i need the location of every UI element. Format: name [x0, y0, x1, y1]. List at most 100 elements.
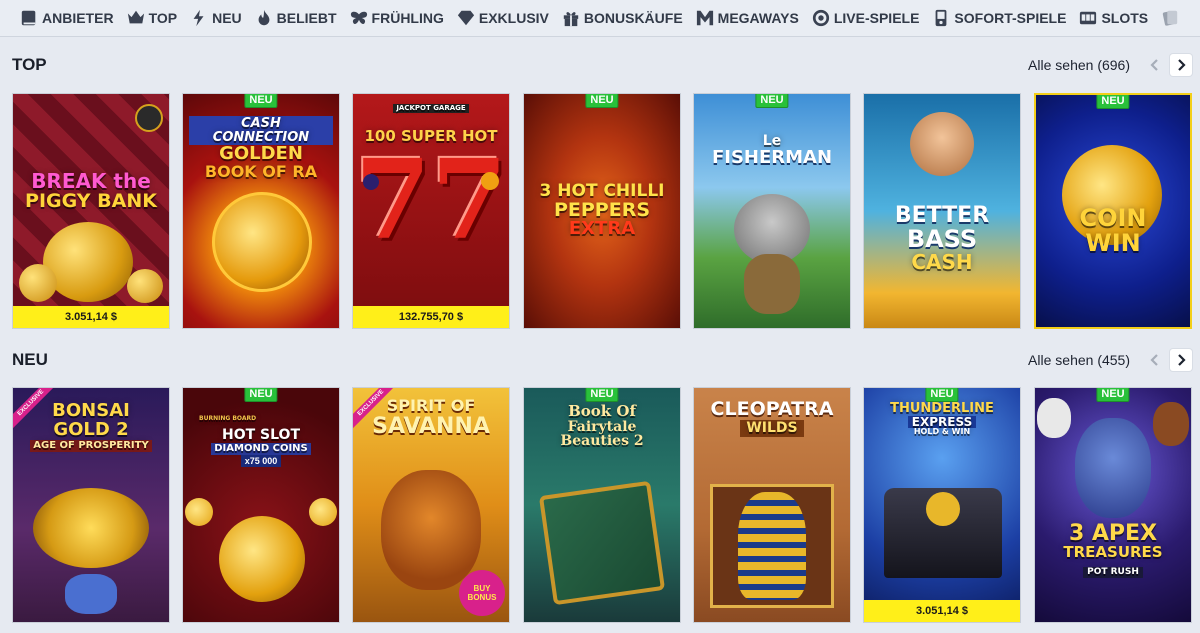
game-multiplier: x75 000: [240, 455, 282, 468]
lightning-icon: [193, 9, 204, 27]
game-title: TREASURES: [1063, 542, 1163, 561]
prev-arrow-button[interactable]: [1144, 349, 1166, 371]
nav-anbieter[interactable]: ANBIETER: [20, 9, 114, 27]
game-title: EXTRA: [568, 218, 636, 240]
games-row-top: BREAK the PIGGY BANK 3.051,14 $ NEU CASH…: [12, 93, 1192, 329]
game-card[interactable]: NEU CASH CONNECTION GOLDEN BOOK OF RA: [182, 93, 340, 329]
jackpot-amount: 3.051,14 $: [864, 600, 1020, 622]
chevron-right-icon: [1178, 59, 1186, 71]
game-title: GOLD 2: [53, 418, 129, 440]
game-title: HOT SLOT: [222, 427, 300, 444]
game-title: CASH: [911, 250, 973, 275]
nav-top[interactable]: TOP: [127, 9, 178, 27]
nav-live-spiele[interactable]: LIVE-SPIELE: [812, 9, 920, 27]
new-badge: NEU: [585, 94, 619, 108]
game-title: BOOK OF RA: [204, 162, 318, 182]
chevron-left-icon: [1150, 59, 1158, 71]
game-subtitle: AGE OF PROSPERITY: [30, 439, 152, 453]
gift-icon: [563, 12, 579, 27]
game-title: Beauties 2: [560, 433, 644, 450]
game-title: Book Of: [568, 402, 636, 420]
new-badge: NEU: [755, 94, 789, 108]
game-title: PIGGY BANK: [25, 189, 157, 212]
game-card[interactable]: NEU Le FISHERMAN: [693, 93, 851, 329]
section-header-top: TOP Alle sehen (696): [12, 52, 1192, 78]
nav-bonuskaeufe[interactable]: BONUSKÄUFE: [562, 9, 683, 27]
game-provider: JACKPOT GARAGE: [393, 104, 469, 114]
game-card[interactable]: NEU THUNDERLINE EXPRESS HOLD & WIN 3.051…: [863, 387, 1021, 623]
see-all-link[interactable]: Alle sehen (696): [1028, 57, 1130, 73]
crown-icon: [127, 10, 144, 24]
scratch-card-icon: [936, 9, 947, 27]
game-subtitle: HOLD & WIN: [913, 427, 971, 437]
section-title: TOP: [12, 55, 47, 74]
nav-fruehling[interactable]: FRÜHLING: [350, 9, 444, 27]
nav-label: SOFORT-SPIELE: [954, 10, 1067, 26]
chevron-left-icon: [1150, 354, 1158, 366]
game-card[interactable]: BREAK the PIGGY BANK 3.051,14 $: [12, 93, 170, 329]
game-card[interactable]: NEU 3 APEX TREASURES POT RUSH: [1034, 387, 1192, 623]
slot-machine-icon: [1080, 11, 1097, 25]
nav-exklusiv[interactable]: EXKLUSIV: [457, 9, 549, 27]
game-provider: BURNING BOARD: [199, 415, 257, 422]
next-arrow-button[interactable]: [1170, 349, 1192, 371]
game-title: COIN: [1079, 203, 1147, 232]
flame-icon: [258, 9, 270, 26]
nav-label: NEU: [212, 10, 242, 26]
new-badge: NEU: [244, 388, 278, 402]
seven-symbol: 77: [354, 135, 508, 265]
next-arrow-button[interactable]: [1170, 54, 1192, 76]
game-card[interactable]: NEU 3 HOT CHILLI PEPPERS EXTRA: [523, 93, 681, 329]
book-icon: [21, 10, 36, 26]
see-all-link[interactable]: Alle sehen (455): [1028, 352, 1130, 368]
nav-label: EXKLUSIV: [478, 10, 549, 26]
nav-megaways[interactable]: MEGAWAYS: [696, 9, 799, 27]
cards-icon[interactable]: [1161, 9, 1179, 27]
game-title: WILDS: [740, 419, 804, 437]
game-title: WIN: [1085, 229, 1141, 257]
nav-label: BELIEBT: [276, 10, 337, 26]
game-card[interactable]: CLEOPATRA WILDS: [693, 387, 851, 623]
game-title: CASH CONNECTION: [189, 116, 333, 146]
game-subtitle: DIAMOND COINS: [211, 442, 311, 456]
nav-label: ANBIETER: [42, 10, 114, 26]
nav-label: LIVE-SPIELE: [833, 10, 920, 26]
new-badge: NEU: [925, 388, 959, 402]
game-card[interactable]: JACKPOT GARAGE 100 SUPER HOT 77 132.755,…: [352, 93, 510, 329]
nav-slots[interactable]: SLOTS: [1079, 9, 1148, 27]
new-badge: NEU: [244, 94, 278, 108]
game-title: FISHERMAN: [711, 146, 833, 168]
game-title: THUNDERLINE: [890, 401, 994, 416]
game-title: BREAK the: [31, 168, 151, 193]
game-card[interactable]: NEU BURNING BOARD HOT SLOT DIAMOND COINS…: [182, 387, 340, 623]
nav-label: FRÜHLING: [371, 10, 444, 26]
nav-sofort-spiele[interactable]: SOFORT-SPIELE: [932, 9, 1066, 27]
nav-label: TOP: [148, 10, 178, 26]
game-card[interactable]: NEU COIN WIN: [1034, 93, 1192, 329]
nav-neu[interactable]: NEU: [190, 9, 242, 27]
section-header-neu: NEU Alle sehen (455): [12, 347, 1192, 373]
new-badge: NEU: [585, 388, 619, 402]
nav-label: SLOTS: [1101, 10, 1149, 26]
diamond-icon: [457, 10, 474, 26]
buy-bonus-badge: BUY BONUS: [459, 570, 505, 616]
prev-arrow-button[interactable]: [1144, 54, 1166, 76]
game-card[interactable]: EXCLUSIVE SPIRIT OF SAVANNA BUY BONUS: [352, 387, 510, 623]
butterfly-icon: [350, 11, 367, 24]
games-row-neu: EXCLUSIVE BONSAI GOLD 2 AGE OF PROSPERIT…: [12, 387, 1192, 623]
jackpot-amount: 3.051,14 $: [13, 306, 169, 328]
game-card[interactable]: BETTER BASS CASH: [863, 93, 1021, 329]
chevron-right-icon: [1178, 354, 1186, 366]
roulette-icon: [812, 9, 829, 27]
jackpot-amount: 132.755,70 $: [353, 306, 509, 328]
nav-label: MEGAWAYS: [717, 10, 799, 26]
game-title: BASS: [906, 225, 978, 254]
game-card[interactable]: NEU Book Of Fairytale Beauties 2: [523, 387, 681, 623]
section-title: NEU: [12, 350, 48, 369]
game-card[interactable]: EXCLUSIVE BONSAI GOLD 2 AGE OF PROSPERIT…: [12, 387, 170, 623]
category-nav: ANBIETER TOP NEU BELIEBT FRÜHLING EXKLUS…: [0, 0, 1200, 37]
megaways-m-icon: [696, 10, 713, 26]
game-title: SAVANNA: [372, 413, 490, 439]
nav-beliebt[interactable]: BELIEBT: [255, 9, 337, 27]
game-title: SPIRIT OF: [386, 396, 476, 415]
